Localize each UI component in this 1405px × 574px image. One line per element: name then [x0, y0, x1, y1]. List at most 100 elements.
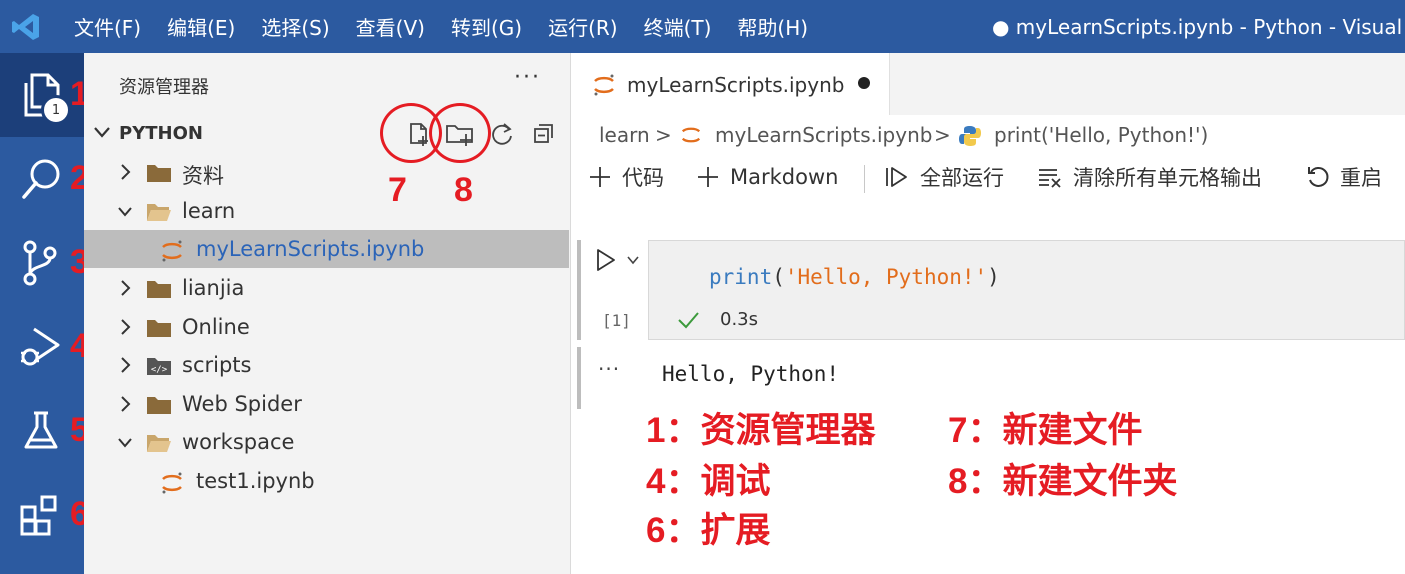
workspace-section-header[interactable]: PYTHON	[84, 115, 571, 151]
run-all-button[interactable]: 全部运行	[884, 161, 1004, 193]
activity-extensions[interactable]: 6	[0, 473, 89, 557]
toolbar-label: 重启	[1340, 166, 1382, 190]
tree-item-label: Web Spider	[182, 392, 302, 416]
svg-text:</>: </>	[151, 365, 168, 375]
jupyter-notebook-icon	[162, 240, 182, 262]
folder-open-icon	[147, 435, 171, 452]
tree-item-folder[interactable]: learn	[84, 192, 571, 230]
execution-time: 0.3s	[720, 309, 759, 330]
folder-open-icon	[147, 204, 171, 221]
tree-item-folder[interactable]: Web Spider	[84, 385, 571, 423]
restart-icon	[1308, 167, 1329, 187]
folder-icon	[147, 397, 171, 414]
tree-item-folder[interactable]: workspace	[84, 423, 571, 461]
breadcrumb-separator: >	[934, 123, 951, 147]
collapse-all-button[interactable]	[529, 119, 559, 149]
tab-bar: myLearnScripts.ipynb	[572, 53, 1405, 115]
vscode-logo-icon	[6, 0, 46, 53]
tree-item-folder[interactable]: 资料	[84, 153, 571, 191]
chevron-right-icon	[121, 319, 131, 335]
checkmark-icon	[678, 312, 699, 329]
menu-go[interactable]: 转到(G)	[451, 12, 522, 41]
menu-file[interactable]: 文件(F)	[74, 12, 141, 41]
breadcrumb-separator: >	[655, 123, 672, 147]
activity-testing[interactable]: 5	[0, 389, 89, 473]
run-cell-icon[interactable]	[594, 247, 618, 273]
legend-item: 1：资源管理器	[646, 411, 876, 450]
menu-edit[interactable]: 编辑(E)	[167, 12, 235, 41]
code-line: print('Hello, Python!')	[709, 265, 1000, 289]
activity-run-debug[interactable]: 4	[0, 305, 89, 389]
folder-icon	[147, 165, 171, 182]
tree-item-label: Online	[182, 315, 250, 339]
tree-item-label: lianjia	[182, 276, 245, 300]
clear-all-icon	[1039, 169, 1061, 188]
tree-item-label: workspace	[182, 430, 295, 454]
activity-search[interactable]: 2	[0, 137, 89, 221]
toolbar-label: 清除所有单元格输出	[1073, 166, 1262, 190]
menu-bar: 文件(F) 编辑(E) 选择(S) 查看(V) 转到(G) 运行(R) 终端(T…	[74, 12, 834, 41]
menu-selection[interactable]: 选择(S)	[261, 12, 329, 41]
explorer-sidebar: 资源管理器 ··· PYTHON 7 8 资料 learn myLearnScr	[84, 53, 571, 574]
clear-outputs-button[interactable]: 清除所有单元格输出	[1037, 161, 1262, 193]
tree-item-label: myLearnScripts.ipynb	[196, 237, 425, 261]
plus-icon	[698, 167, 718, 187]
tree-item-notebook[interactable]: myLearnScripts.ipynb	[84, 230, 569, 268]
breadcrumb-symbol[interactable]: print('Hello, Python!')	[994, 123, 1208, 147]
chevron-down-icon	[94, 127, 110, 138]
activity-source-control[interactable]: 3	[0, 221, 89, 305]
search-icon	[22, 159, 60, 199]
refresh-button[interactable]	[487, 119, 517, 149]
execution-count: [1]	[602, 311, 631, 330]
tree-item-folder[interactable]: </> scripts	[84, 346, 571, 384]
folder-icon	[147, 281, 171, 298]
code-token-paren: )	[987, 265, 1000, 289]
chevron-down-icon[interactable]	[626, 253, 640, 267]
output-bar	[577, 347, 581, 409]
code-token-string: 'Hello, Python!'	[784, 265, 988, 289]
unsaved-dot-icon[interactable]	[858, 77, 870, 89]
activity-explorer[interactable]: 1 1	[0, 53, 89, 137]
tree-item-folder[interactable]: Online	[84, 308, 571, 346]
menu-run[interactable]: 运行(R)	[548, 12, 618, 41]
tree-item-label: learn	[182, 199, 236, 223]
legend-item: 6：扩展	[646, 511, 771, 550]
toolbar-separator	[864, 165, 865, 193]
legend-item: 8：新建文件夹	[948, 462, 1178, 501]
breadcrumb: learn > myLearnScripts.ipynb > print('He…	[572, 115, 1405, 155]
menu-terminal[interactable]: 终端(T)	[644, 12, 712, 41]
explorer-badge: 1	[41, 95, 71, 125]
output-more-button[interactable]: ···	[598, 357, 620, 381]
tree-item-label: test1.ipynb	[196, 469, 315, 493]
menu-view[interactable]: 查看(V)	[356, 12, 425, 41]
code-token-paren: (	[772, 265, 785, 289]
folder-icon	[147, 320, 171, 337]
title-bar: 文件(F) 编辑(E) 选择(S) 查看(V) 转到(G) 运行(R) 终端(T…	[0, 0, 1405, 53]
jupyter-notebook-icon	[594, 74, 614, 96]
run-debug-icon	[21, 327, 60, 366]
folder-code-icon: </>	[147, 358, 171, 375]
plus-icon	[590, 167, 610, 187]
testing-flask-icon	[24, 411, 58, 449]
breadcrumb-folder[interactable]: learn	[599, 123, 650, 147]
menu-help[interactable]: 帮助(H)	[737, 12, 808, 41]
tree-item-label: 资料	[182, 164, 224, 188]
tree-item-folder[interactable]: lianjia	[84, 269, 571, 307]
add-markdown-cell-button[interactable]: Markdown	[696, 161, 838, 193]
tree-item-notebook[interactable]: test1.ipynb	[84, 462, 571, 500]
code-cell-editor[interactable]: print('Hello, Python!')	[648, 240, 1405, 340]
source-control-icon	[23, 240, 57, 286]
tab-mylearnscripts[interactable]: myLearnScripts.ipynb	[572, 53, 890, 115]
restart-kernel-button[interactable]: 重启	[1306, 161, 1382, 193]
breadcrumb-file[interactable]: myLearnScripts.ipynb	[715, 123, 932, 147]
sidebar-title: 资源管理器	[119, 77, 209, 98]
add-code-cell-button[interactable]: 代码	[588, 161, 664, 193]
refresh-icon	[492, 123, 512, 145]
tree-item-label: scripts	[182, 353, 252, 377]
more-actions-button[interactable]: ···	[514, 65, 541, 90]
chevron-right-icon	[121, 280, 131, 296]
legend-item: 4：调试	[646, 462, 771, 501]
chevron-right-icon	[121, 396, 131, 412]
collapse-all-icon	[534, 124, 553, 143]
chevron-right-icon	[121, 357, 131, 373]
